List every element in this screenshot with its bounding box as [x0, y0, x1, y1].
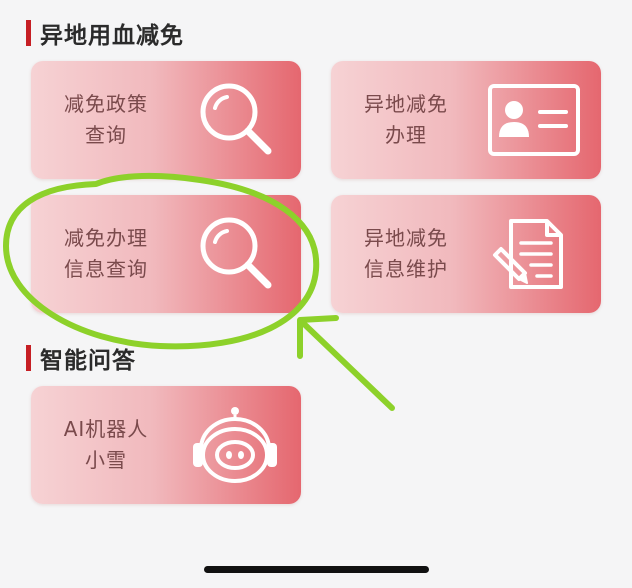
policy-query-tile[interactable]: 减免政策 查询: [31, 61, 301, 179]
section-header-remote: 异地用血减免: [26, 18, 184, 49]
tile-label-line2: 查询: [85, 123, 127, 147]
hand-drawn-arrow: [299, 319, 395, 411]
tile-label-line1: 异地减免: [364, 226, 448, 250]
tile-label-line1: 异地减免: [364, 92, 448, 116]
tile-label: 减免政策 查询: [31, 61, 181, 179]
section-title: 异地用血减免: [40, 23, 184, 49]
id-card-icon: [488, 84, 580, 156]
tile-label: 异地减免 办理: [331, 61, 481, 179]
tile-label-line2: 小雪: [85, 448, 127, 472]
info-maintain-tile[interactable]: 异地减免 信息维护: [331, 195, 601, 313]
apply-info-query-tile[interactable]: 减免办理 信息查询: [31, 195, 301, 313]
magnifier-icon: [200, 217, 272, 289]
section-accent-bar: [26, 20, 31, 46]
document-edit-icon: [493, 219, 563, 289]
tile-label-line1: AI机器人: [63, 417, 149, 441]
ai-robot-tile[interactable]: AI机器人 小雪: [31, 386, 301, 504]
tile-label-line1: 减免办理: [64, 226, 148, 250]
remote-apply-tile[interactable]: 异地减免 办理: [331, 61, 601, 179]
hand-drawn-arrowhead: [297, 315, 339, 359]
tile-label: AI机器人 小雪: [31, 386, 181, 504]
section-header-qa: 智能问答: [26, 343, 136, 374]
robot-face-icon: [193, 407, 277, 483]
tile-label: 减免办理 信息查询: [31, 195, 181, 313]
tile-label-line2: 信息查询: [64, 257, 148, 281]
tile-label-line1: 减免政策: [64, 92, 148, 116]
magnifier-icon: [200, 83, 272, 155]
tile-label-line2: 办理: [385, 123, 427, 147]
home-indicator[interactable]: [204, 566, 429, 573]
section-title: 智能问答: [40, 348, 136, 374]
tile-label: 异地减免 信息维护: [331, 195, 481, 313]
tile-label-line2: 信息维护: [364, 257, 448, 281]
section-accent-bar: [26, 345, 31, 371]
